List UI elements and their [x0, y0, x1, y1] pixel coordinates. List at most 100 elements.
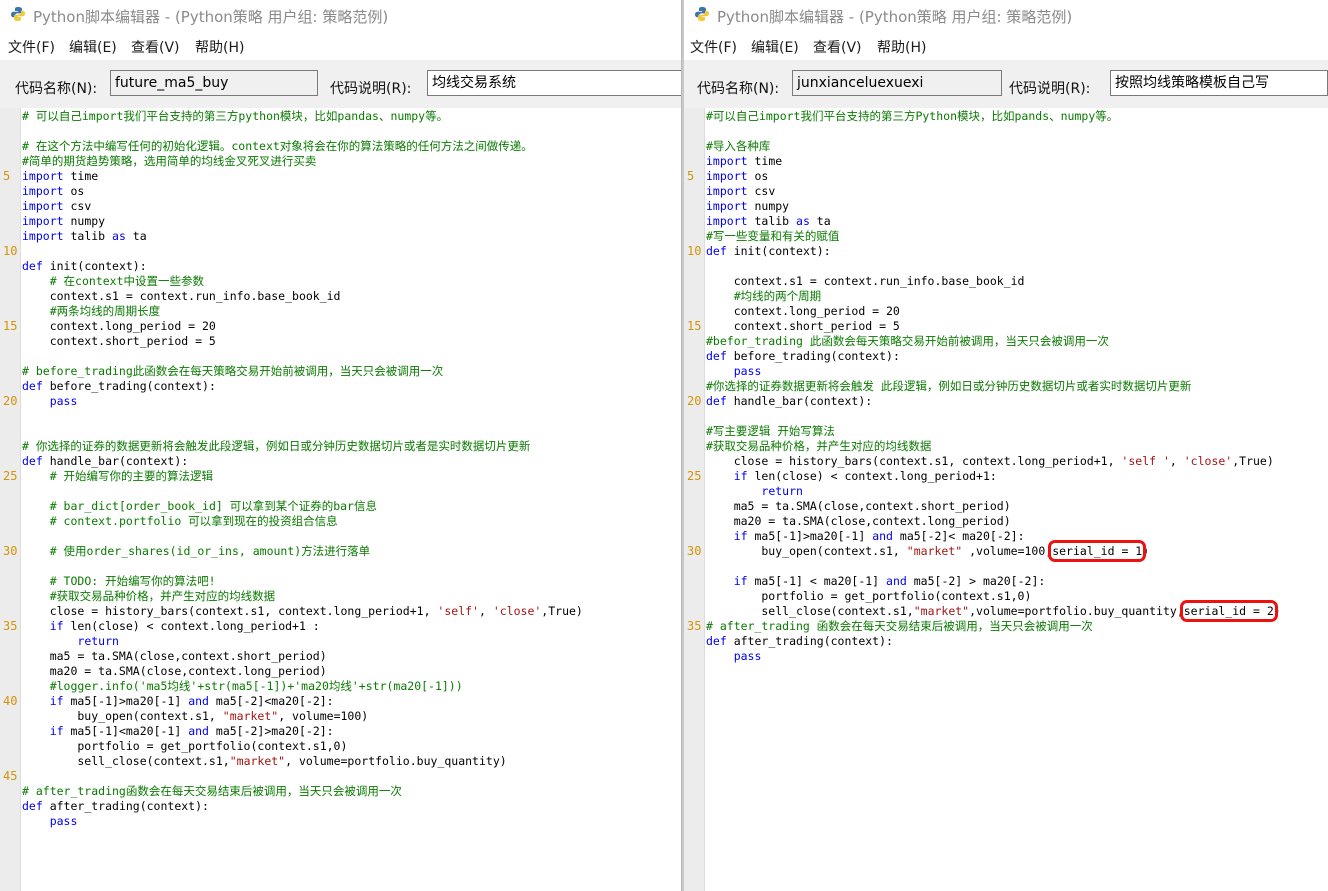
- code-line[interactable]: 30 buy_open(context.s1, "market" ,volume…: [687, 540, 1328, 562]
- code-line[interactable]: import csv: [706, 184, 1328, 199]
- code-line[interactable]: pass: [706, 364, 1328, 379]
- code-line[interactable]: ma20 = ta.SMA(close,context.long_period): [706, 514, 1328, 529]
- menu-help[interactable]: 帮助(H): [877, 37, 926, 57]
- code-line[interactable]: import os: [22, 184, 681, 199]
- code-line[interactable]: portfolio = get_portfolio(context.s1,0): [22, 739, 681, 754]
- code-line[interactable]: close = history_bars(context.s1, context…: [22, 604, 681, 619]
- code-line[interactable]: import talib as ta: [22, 229, 681, 244]
- code-line[interactable]: [706, 259, 1328, 274]
- code-line[interactable]: #你选择的证券数据更新将会触发 此段逻辑，例如日或分钟历史数据切片或者实时数据切…: [706, 379, 1328, 394]
- code-line[interactable]: if ma5[-1]>ma20[-1] and ma5[-2]< ma20[-2…: [706, 529, 1328, 544]
- code-line[interactable]: #导入各种库: [706, 139, 1328, 154]
- code-line[interactable]: context.long_period = 20: [706, 304, 1328, 319]
- code-line[interactable]: context.s1 = context.run_info.base_book_…: [706, 274, 1328, 289]
- code-line[interactable]: def handle_bar(context):: [22, 454, 681, 469]
- menu-view[interactable]: 查看(V): [813, 37, 862, 57]
- menu-help[interactable]: 帮助(H): [195, 37, 244, 57]
- code-line[interactable]: import time: [706, 154, 1328, 169]
- code-line[interactable]: 10: [3, 244, 681, 259]
- code-desc-field[interactable]: 均线交易系统: [427, 70, 681, 96]
- code-line[interactable]: [22, 424, 681, 439]
- code-line[interactable]: context.s1 = context.run_info.base_book_…: [22, 289, 681, 304]
- code-line[interactable]: # 可以自己import我们平台支持的第三方python模块，比如pandas、…: [22, 109, 681, 124]
- code-line[interactable]: [22, 529, 681, 544]
- code-line[interactable]: [22, 124, 681, 139]
- code-line[interactable]: #befor_trading 此函数会每天策略交易开始前被调用，当天只会被调用一…: [706, 334, 1328, 349]
- code-line[interactable]: 15 context.long_period = 20: [3, 319, 681, 334]
- code-line[interactable]: #简单的期货趋势策略，选用简单的均线金叉死叉进行买卖: [22, 154, 681, 169]
- code-line[interactable]: sell_close(context.s1,"market", volume=p…: [22, 754, 681, 769]
- code-line[interactable]: [706, 559, 1328, 574]
- code-line[interactable]: 20 def handle_bar(context):: [687, 394, 1328, 409]
- code-name-field[interactable]: future_ma5_buy: [110, 70, 318, 96]
- code-line[interactable]: def init(context):: [22, 259, 681, 274]
- code-line[interactable]: sell_close(context.s1,"market",volume=po…: [706, 600, 1328, 622]
- code-line[interactable]: if ma5[-1] < ma20[-1] and ma5[-2] > ma20…: [706, 574, 1328, 589]
- code-editor[interactable]: # 可以自己import我们平台支持的第三方python模块，比如pandas、…: [0, 108, 681, 891]
- code-line[interactable]: context.short_period = 5: [22, 334, 681, 349]
- code-line[interactable]: 45: [3, 769, 681, 784]
- code-lines[interactable]: # 可以自己import我们平台支持的第三方python模块，比如pandas、…: [3, 109, 681, 829]
- code-line[interactable]: ma5 = ta.SMA(close,context.short_period): [22, 649, 681, 664]
- menu-edit[interactable]: 编辑(E): [751, 37, 799, 57]
- code-line[interactable]: #获取交易品种价格，并产生对应的均线数据: [22, 589, 681, 604]
- code-line[interactable]: def before_trading(context):: [22, 379, 681, 394]
- code-line[interactable]: import numpy: [22, 214, 681, 229]
- code-line[interactable]: return: [22, 634, 681, 649]
- code-line[interactable]: 35 if len(close) < context.long_period+1…: [3, 619, 681, 634]
- code-desc-field[interactable]: 按照均线策略模板自己写: [1110, 70, 1328, 96]
- menu-view[interactable]: 查看(V): [131, 37, 180, 57]
- code-line[interactable]: 30 # 使用order_shares(id_or_ins, amount)方法…: [3, 544, 681, 559]
- code-line[interactable]: #获取交易品种价格，并产生对应的均线数据: [706, 439, 1328, 454]
- code-line[interactable]: [22, 484, 681, 499]
- code-line[interactable]: import talib as ta: [706, 214, 1328, 229]
- code-line[interactable]: #logger.info('ma5均线'+str(ma5[-1])+'ma20均…: [22, 679, 681, 694]
- code-line[interactable]: 25 # 开始编写你的主要的算法逻辑: [3, 469, 681, 484]
- code-line[interactable]: 40 if ma5[-1]>ma20[-1] and ma5[-2]<ma20[…: [3, 694, 681, 709]
- code-line[interactable]: #均线的两个周期: [706, 289, 1328, 304]
- code-line[interactable]: pass: [22, 814, 681, 829]
- code-line[interactable]: # 在这个方法中编写任何的初始化逻辑。context对象将会在你的算法策略的任何…: [22, 139, 681, 154]
- code-line[interactable]: buy_open(context.s1, "market", volume=10…: [22, 709, 681, 724]
- code-line[interactable]: 25 if len(close) < context.long_period+1…: [687, 469, 1328, 484]
- code-line[interactable]: # context.portfolio 可以拿到现在的投资组合信息: [22, 514, 681, 529]
- code-line[interactable]: #可以自己import我们平台支持的第三方Python模块，比如pands、nu…: [706, 109, 1328, 124]
- code-line[interactable]: # bar_dict[order_book_id] 可以拿到某个证券的bar信息: [22, 499, 681, 514]
- code-line[interactable]: pass: [706, 649, 1328, 664]
- code-line[interactable]: if ma5[-1]<ma20[-1] and ma5[-2]>ma20[-2]…: [22, 724, 681, 739]
- code-line[interactable]: #写一些变量和有关的赋值: [706, 229, 1328, 244]
- menu-file[interactable]: 文件(F): [690, 37, 737, 57]
- code-line[interactable]: 10 def init(context):: [687, 244, 1328, 259]
- code-line[interactable]: # TODO: 开始编写你的算法吧!: [22, 574, 681, 589]
- code-line[interactable]: 35 # after_trading 函数会在每天交易结束后被调用，当天只会被调用…: [687, 619, 1328, 634]
- code-editor[interactable]: #可以自己import我们平台支持的第三方Python模块，比如pands、nu…: [684, 108, 1328, 891]
- code-line[interactable]: # after_trading函数会在每天交易结束后被调用，当天只会被调用一次: [22, 784, 681, 799]
- code-line[interactable]: ma5 = ta.SMA(close,context.short_period): [706, 499, 1328, 514]
- code-line[interactable]: [22, 409, 681, 424]
- code-line[interactable]: [22, 559, 681, 574]
- code-line[interactable]: 5 import os: [687, 169, 1328, 184]
- code-lines[interactable]: #可以自己import我们平台支持的第三方Python模块，比如pands、nu…: [687, 109, 1328, 664]
- code-line[interactable]: def after_trading(context):: [22, 799, 681, 814]
- code-line[interactable]: # 在context中设置一些参数: [22, 274, 681, 289]
- code-line[interactable]: portfolio = get_portfolio(context.s1,0): [706, 589, 1328, 604]
- menu-file[interactable]: 文件(F): [8, 37, 55, 57]
- code-name-field[interactable]: junxianceluexuexi: [792, 70, 1002, 96]
- code-line[interactable]: import csv: [22, 199, 681, 214]
- code-line[interactable]: def after_trading(context):: [706, 634, 1328, 649]
- code-line[interactable]: import numpy: [706, 199, 1328, 214]
- code-line[interactable]: [22, 349, 681, 364]
- code-line[interactable]: # before_trading此函数会在每天策略交易开始前被调用，当天只会被调…: [22, 364, 681, 379]
- code-line[interactable]: ma20 = ta.SMA(close,context.long_period): [22, 664, 681, 679]
- menu-edit[interactable]: 编辑(E): [69, 37, 117, 57]
- code-line[interactable]: #写主要逻辑 开始写算法: [706, 424, 1328, 439]
- code-line[interactable]: def before_trading(context):: [706, 349, 1328, 364]
- code-line[interactable]: 5 import time: [3, 169, 681, 184]
- code-line[interactable]: 15 context.short_period = 5: [687, 319, 1328, 334]
- code-line[interactable]: close = history_bars(context.s1, context…: [706, 454, 1328, 469]
- code-line[interactable]: [706, 409, 1328, 424]
- code-line[interactable]: [706, 124, 1328, 139]
- code-line[interactable]: 20 pass: [3, 394, 681, 409]
- code-line[interactable]: return: [706, 484, 1328, 499]
- code-line[interactable]: #两条均线的周期长度: [22, 304, 681, 319]
